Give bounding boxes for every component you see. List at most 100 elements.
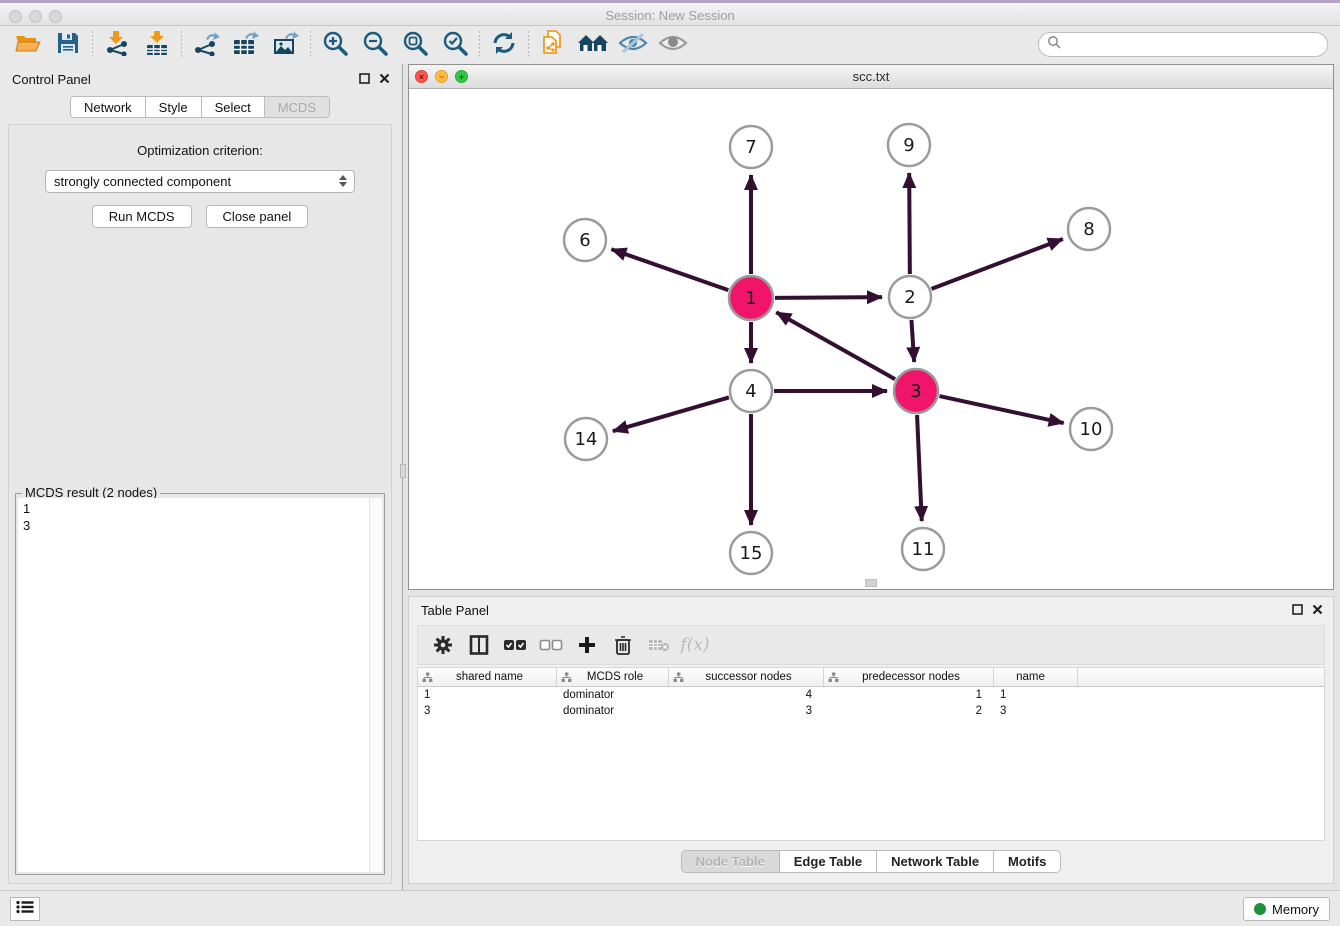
splitter-grip[interactable] (400, 464, 406, 478)
panel-splitter[interactable] (400, 64, 406, 890)
tab-network[interactable]: Network (70, 96, 145, 118)
zoom-selected-button[interactable] (435, 29, 475, 61)
result-scrollbar[interactable] (369, 498, 382, 872)
close-panel-icon[interactable] (1312, 602, 1323, 620)
toolbar-separator (310, 31, 311, 59)
float-panel-icon[interactable] (359, 71, 370, 89)
float-panel-icon[interactable] (1292, 602, 1303, 620)
import-table-button[interactable] (137, 29, 177, 61)
tab-select[interactable]: Select (201, 96, 264, 118)
graph-edge-2-8[interactable] (932, 239, 1063, 289)
first-neighbors-button[interactable] (573, 29, 613, 61)
table-cell[interactable]: 4 (669, 689, 824, 701)
mcds-result-box: MCDS result (2 nodes) 1 3 (15, 493, 385, 875)
zoom-in-button[interactable] (315, 29, 355, 61)
table-cell[interactable]: 1 (994, 689, 1078, 701)
table-cell[interactable]: 1 (824, 689, 994, 701)
search-input[interactable] (1066, 37, 1327, 52)
unselect-all-columns-icon[interactable] (536, 630, 566, 660)
tab-network-table[interactable]: Network Table (876, 850, 993, 873)
column-header-name[interactable]: name (994, 668, 1078, 686)
tab-edge-table[interactable]: Edge Table (779, 850, 876, 873)
zoom-fit-button[interactable] (395, 29, 435, 61)
zoom-selected-icon (442, 30, 468, 61)
graph-edge-1-6[interactable] (611, 249, 728, 290)
window-title: Session: New Session (0, 8, 1340, 23)
export-image-button[interactable] (266, 29, 306, 61)
optimization-criterion-value: strongly connected component (54, 174, 231, 189)
graph-node-label-3: 3 (910, 381, 921, 402)
graph-edge-3-1[interactable] (776, 312, 895, 379)
apply-layout-button[interactable] (484, 29, 524, 61)
run-mcds-button[interactable]: Run MCDS (92, 205, 192, 228)
column-header-MCDS-role[interactable]: MCDS role (557, 668, 669, 686)
hierarchy-icon (673, 672, 684, 683)
clone-network-button[interactable] (533, 29, 573, 61)
graph-edge-3-10[interactable] (939, 396, 1063, 423)
column-header-label: shared name (433, 671, 556, 683)
table-panel-title: Table Panel (421, 603, 489, 618)
close-panel-icon[interactable] (379, 71, 390, 89)
graph-node-label-7: 7 (745, 137, 756, 158)
graph-node-label-14: 14 (575, 429, 598, 450)
graph-edge-3-11[interactable] (917, 415, 922, 521)
mcds-panel: Optimization criterion: strongly connect… (8, 124, 392, 884)
network-view-window: × − + scc.txt 1234678910111415 (408, 64, 1334, 590)
save-floppy-icon (56, 31, 80, 60)
delete-columns-icon[interactable] (608, 630, 638, 660)
table-cell[interactable]: 3 (418, 705, 557, 717)
tab-node-table[interactable]: Node Table (681, 850, 779, 873)
create-column-icon[interactable] (572, 630, 602, 660)
close-panel-button[interactable]: Close panel (206, 205, 309, 228)
select-all-columns-icon[interactable] (500, 630, 530, 660)
table-cell[interactable]: 1 (418, 689, 557, 701)
status-bar: Memory (0, 890, 1340, 926)
table-cell[interactable]: 3 (669, 705, 824, 717)
eye-slash-icon (618, 31, 648, 60)
open-folder-icon (14, 31, 42, 60)
refresh-icon (491, 30, 517, 61)
canvas-resize-grip[interactable] (865, 579, 877, 587)
memory-label: Memory (1272, 902, 1319, 917)
network-canvas[interactable]: 1234678910111415 (409, 89, 1333, 589)
export-network-button[interactable] (186, 29, 226, 61)
houses-icon (577, 31, 609, 60)
table-cell[interactable]: dominator (557, 705, 669, 717)
column-header-shared-name[interactable]: shared name (418, 668, 557, 686)
zoom-out-button[interactable] (355, 29, 395, 61)
table-row[interactable]: 1dominator411 (418, 687, 1324, 703)
hide-selected-button[interactable] (613, 29, 653, 61)
graph-node-label-2: 2 (904, 287, 915, 308)
table-cell[interactable]: 2 (824, 705, 994, 717)
gear-icon[interactable] (428, 630, 458, 660)
column-layout-icon[interactable] (464, 630, 494, 660)
mcds-result-list[interactable]: 1 3 (18, 498, 382, 872)
graph-edge-2-3[interactable] (911, 320, 914, 362)
task-history-button[interactable] (10, 897, 40, 921)
column-header-successor-nodes[interactable]: successor nodes (669, 668, 824, 686)
graph-edge-1-2[interactable] (775, 297, 882, 298)
export-image-icon (272, 30, 300, 61)
main-area: Control Panel Network Style Select MCDS … (0, 64, 1340, 890)
table-cell[interactable]: dominator (557, 689, 669, 701)
table-cell[interactable]: 3 (994, 705, 1078, 717)
node-table[interactable]: shared nameMCDS rolesuccessor nodesprede… (417, 667, 1325, 841)
graph-edge-2-9[interactable] (909, 173, 910, 274)
open-session-button[interactable] (8, 29, 48, 61)
show-all-button[interactable] (653, 29, 693, 61)
save-session-button[interactable] (48, 29, 88, 61)
import-network-button[interactable] (97, 29, 137, 61)
delete-table-icon (644, 630, 674, 660)
table-row[interactable]: 3dominator323 (418, 703, 1324, 719)
table-panel: Table Panel (408, 596, 1334, 884)
tab-style[interactable]: Style (145, 96, 201, 118)
optimization-criterion-select[interactable]: strongly connected component (45, 170, 355, 193)
tab-mcds[interactable]: MCDS (264, 96, 330, 118)
tab-motifs[interactable]: Motifs (993, 850, 1061, 873)
select-stepper-icon (339, 175, 347, 187)
memory-button[interactable]: Memory (1243, 897, 1330, 921)
search-box[interactable] (1038, 32, 1328, 57)
graph-edge-4-14[interactable] (613, 397, 729, 431)
export-table-button[interactable] (226, 29, 266, 61)
column-header-predecessor-nodes[interactable]: predecessor nodes (824, 668, 994, 686)
